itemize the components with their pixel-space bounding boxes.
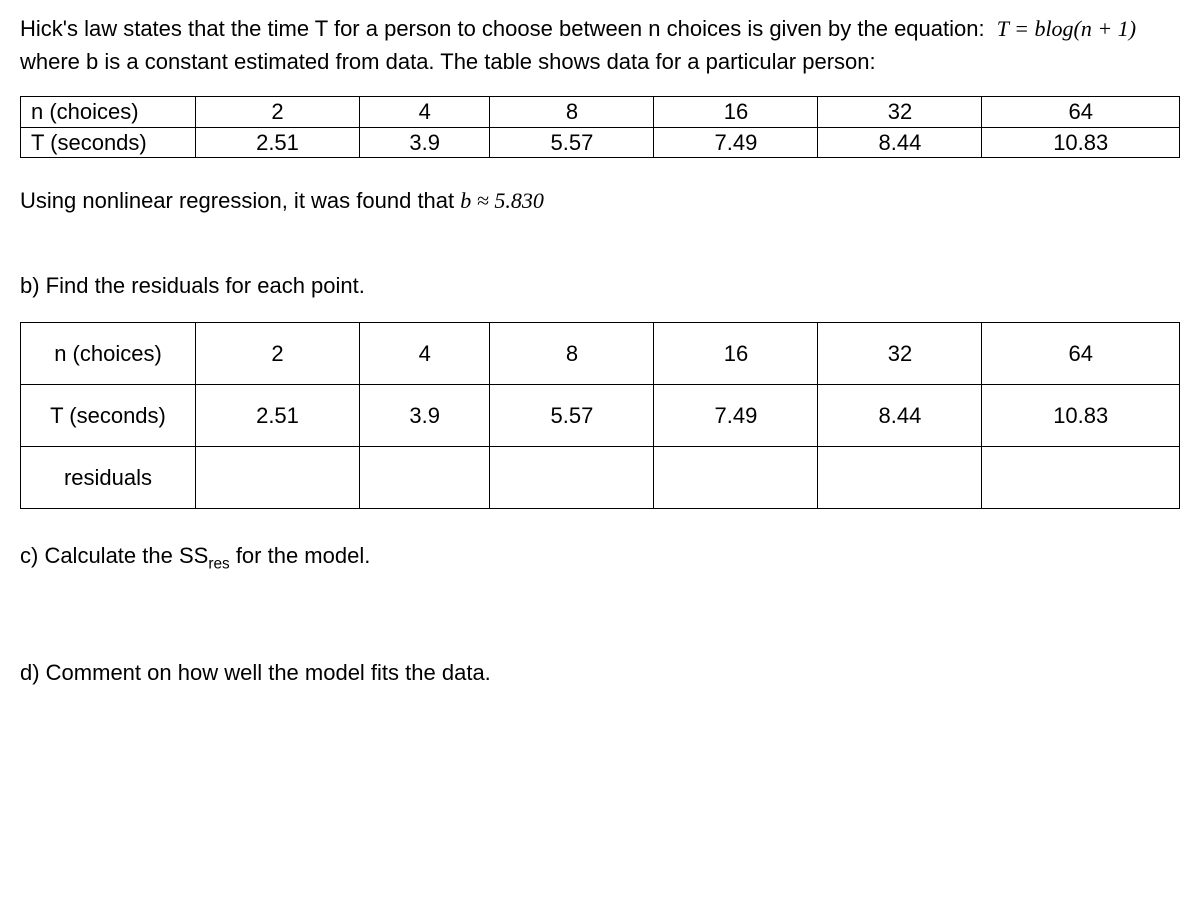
cell: 16 [654, 323, 818, 385]
cell: 64 [982, 323, 1180, 385]
cell: 8.44 [818, 385, 982, 447]
cell: 4 [360, 97, 490, 128]
cell: 3.9 [360, 385, 490, 447]
row-label: T (seconds) [21, 127, 196, 158]
b-approx: b ≈ 5.830 [460, 188, 544, 213]
cell: 2.51 [196, 385, 360, 447]
cell: 8.44 [818, 127, 982, 158]
cell: 3.9 [360, 127, 490, 158]
ss-subscript: res [208, 555, 229, 572]
cell [818, 447, 982, 509]
cell: 7.49 [654, 127, 818, 158]
table-row: T (seconds) 2.51 3.9 5.57 7.49 8.44 10.8… [21, 385, 1180, 447]
cell: 8 [490, 97, 654, 128]
data-table-residuals: n (choices) 2 4 8 16 32 64 T (seconds) 2… [20, 322, 1180, 509]
row-label: T (seconds) [21, 385, 196, 447]
cell: 32 [818, 97, 982, 128]
cell [982, 447, 1180, 509]
row-label: n (choices) [21, 97, 196, 128]
table-row: n (choices) 2 4 8 16 32 64 [21, 97, 1180, 128]
intro-text-1: Hick's law states that the time T for a … [20, 16, 985, 41]
cell: 7.49 [654, 385, 818, 447]
intro-text-2: where b is a constant estimated from dat… [20, 49, 876, 74]
part-c-prompt: c) Calculate the SSres for the model. [20, 539, 1180, 576]
cell: 16 [654, 97, 818, 128]
cell [196, 447, 360, 509]
part-b-prompt: b) Find the residuals for each point. [20, 269, 1180, 302]
cell [654, 447, 818, 509]
table-row: residuals [21, 447, 1180, 509]
cell: 2 [196, 97, 360, 128]
cell: 10.83 [982, 127, 1180, 158]
cell: 8 [490, 323, 654, 385]
cell [490, 447, 654, 509]
part-d-prompt: d) Comment on how well the model fits th… [20, 656, 1180, 689]
cell: 64 [982, 97, 1180, 128]
regression-statement: Using nonlinear regression, it was found… [20, 184, 1180, 217]
cell: 32 [818, 323, 982, 385]
part-c-suffix: for the model. [230, 543, 371, 568]
cell: 4 [360, 323, 490, 385]
cell: 5.57 [490, 127, 654, 158]
hicks-equation: T = blog(n + 1) [997, 16, 1136, 41]
table-row: T (seconds) 2.51 3.9 5.57 7.49 8.44 10.8… [21, 127, 1180, 158]
cell: 5.57 [490, 385, 654, 447]
data-table-1: n (choices) 2 4 8 16 32 64 T (seconds) 2… [20, 96, 1180, 158]
cell [360, 447, 490, 509]
cell: 2.51 [196, 127, 360, 158]
row-label: residuals [21, 447, 196, 509]
table-row: n (choices) 2 4 8 16 32 64 [21, 323, 1180, 385]
cell: 10.83 [982, 385, 1180, 447]
regression-text: Using nonlinear regression, it was found… [20, 188, 460, 213]
row-label: n (choices) [21, 323, 196, 385]
intro-paragraph: Hick's law states that the time T for a … [20, 12, 1180, 78]
part-c-prefix: c) Calculate the SS [20, 543, 208, 568]
cell: 2 [196, 323, 360, 385]
